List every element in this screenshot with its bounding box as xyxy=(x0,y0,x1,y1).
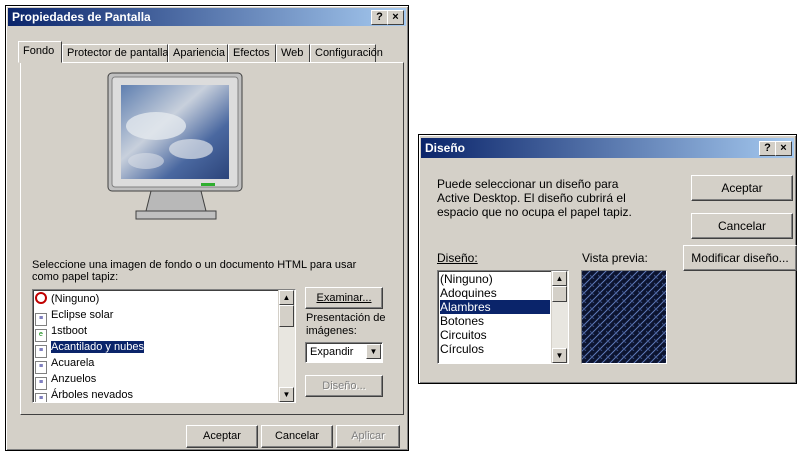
wallpaper-prompt: Seleccione una imagen de fondo o un docu… xyxy=(32,259,357,283)
title-bar[interactable]: Propiedades de Pantalla ? × xyxy=(8,8,406,26)
tab-configuracion[interactable]: Configuración xyxy=(310,44,383,63)
list-item[interactable]: ≡ Anzuelos xyxy=(35,372,96,390)
wire-pattern-preview xyxy=(582,271,666,363)
monitor-icon xyxy=(107,72,243,220)
apply-button[interactable]: Aplicar xyxy=(336,425,400,448)
preview-label: Vista previa: xyxy=(582,251,648,265)
pattern-list[interactable]: (Ninguno) Adoquines Alambres Botones Cir… xyxy=(437,270,569,364)
pattern-list-label: Diseño: xyxy=(437,251,478,265)
dialog-title: Propiedades de Pantalla xyxy=(12,10,151,24)
tab-protector[interactable]: Protector de pantalla xyxy=(62,44,169,63)
help-button[interactable]: ? xyxy=(371,10,388,25)
list-item[interactable]: ≡ Eclipse solar xyxy=(35,308,113,326)
display-select[interactable]: Expandir ▼ xyxy=(305,342,383,363)
list-item[interactable]: e 1stboot xyxy=(35,324,87,342)
ok-button[interactable]: Aceptar xyxy=(691,175,793,201)
dialog-title: Diseño xyxy=(425,141,466,155)
list-item[interactable]: (Ninguno) xyxy=(35,292,99,307)
cancel-button[interactable]: Cancelar xyxy=(691,213,793,239)
image-file-icon: ≡ xyxy=(35,393,47,402)
chevron-down-icon[interactable]: ▼ xyxy=(366,344,381,359)
wallpaper-list[interactable]: (Ninguno) ≡ Eclipse solar e 1stboot ≡ Acant… xyxy=(32,289,296,403)
list-item-selected[interactable]: Alambres xyxy=(439,299,551,315)
scroll-up-arrow-icon[interactable]: ▲ xyxy=(552,271,567,286)
tab-efectos[interactable]: Efectos xyxy=(228,44,276,63)
scroll-down-arrow-icon[interactable]: ▼ xyxy=(279,387,294,402)
browse-button[interactable]: Examinar... xyxy=(305,287,383,309)
pattern-preview xyxy=(581,270,667,364)
tab-web[interactable]: Web xyxy=(276,44,310,63)
pattern-dialog: Diseño ? × Puede seleccionar un diseño p… xyxy=(418,134,797,384)
list-item[interactable]: ≡ Árboles nevados xyxy=(35,388,133,402)
monitor-preview xyxy=(106,71,246,241)
scrollbar[interactable]: ▲ ▼ xyxy=(551,271,568,363)
tab-apariencia[interactable]: Apariencia xyxy=(168,44,228,63)
none-icon xyxy=(35,292,47,304)
list-item[interactable]: ≡ Acuarela xyxy=(35,356,94,374)
title-bar[interactable]: Diseño ? × xyxy=(421,138,794,158)
list-item[interactable]: Círculos xyxy=(440,342,484,356)
list-item[interactable]: Adoquines xyxy=(440,286,497,300)
display-label: Presentación de imágenes: xyxy=(306,312,386,337)
scroll-up-arrow-icon[interactable]: ▲ xyxy=(279,290,294,305)
list-item-selected[interactable]: ≡ Acantilado y nubes xyxy=(35,340,145,358)
close-button[interactable]: × xyxy=(387,10,404,25)
list-item[interactable]: Circuitos xyxy=(440,328,487,342)
ok-button[interactable]: Aceptar xyxy=(186,425,258,448)
list-item[interactable]: (Ninguno) xyxy=(440,272,493,286)
display-properties-dialog: Propiedades de Pantalla ? × Fondo Protec… xyxy=(5,5,409,451)
pattern-description: Puede seleccionar un diseño para Active … xyxy=(437,177,632,219)
scrollbar[interactable]: ▲ ▼ xyxy=(278,290,295,402)
help-button[interactable]: ? xyxy=(759,141,776,156)
tab-fondo[interactable]: Fondo xyxy=(18,41,62,63)
scroll-thumb[interactable] xyxy=(279,305,294,327)
scroll-down-arrow-icon[interactable]: ▼ xyxy=(552,348,567,363)
design-button[interactable]: Diseño... xyxy=(305,375,383,397)
cancel-button[interactable]: Cancelar xyxy=(261,425,333,448)
modify-pattern-button[interactable]: Modificar diseño... xyxy=(683,245,797,271)
close-button[interactable]: × xyxy=(775,141,792,156)
scroll-thumb[interactable] xyxy=(552,286,567,302)
list-item[interactable]: Botones xyxy=(440,314,484,328)
